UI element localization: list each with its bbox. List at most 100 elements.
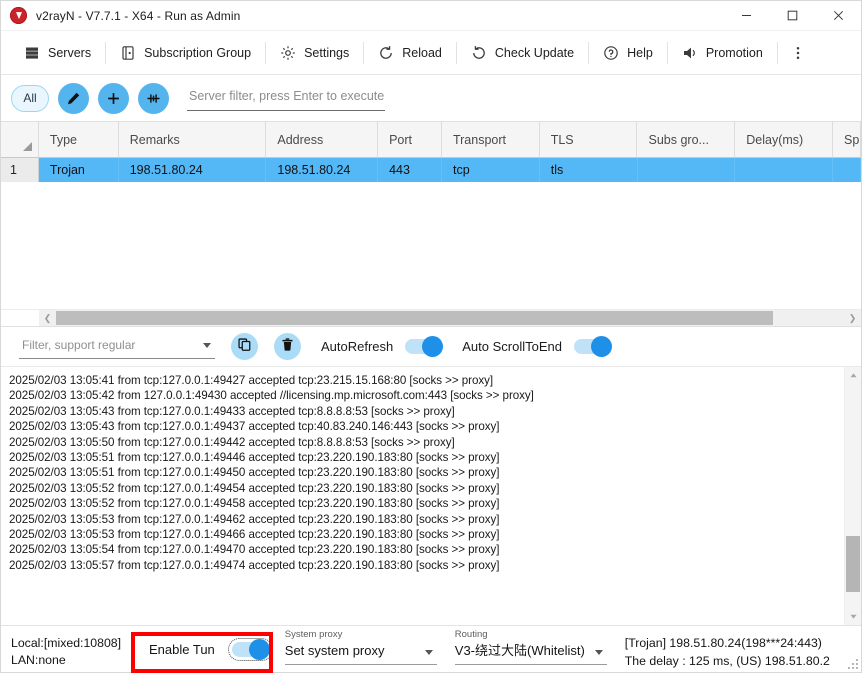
- cell-speed: [833, 158, 861, 182]
- scroll-left-arrow[interactable]: ❮: [39, 310, 56, 326]
- current-node-text: [Trojan] 198.51.80.24(198***24:443): [625, 634, 861, 652]
- clear-log-button[interactable]: [274, 333, 301, 360]
- table-row[interactable]: 1 Trojan 198.51.80.24 198.51.80.24 443 t…: [1, 158, 861, 182]
- column-header-transport[interactable]: Transport: [442, 122, 540, 158]
- column-header-port[interactable]: Port: [378, 122, 442, 158]
- promotion-icon: [682, 45, 698, 61]
- column-header-type[interactable]: Type: [39, 122, 119, 158]
- column-header-subs-group[interactable]: Subs gro...: [637, 122, 735, 158]
- servers-icon: [24, 45, 40, 61]
- log-line: 2025/02/03 13:05:42 from 127.0.0.1:49430…: [9, 388, 844, 403]
- log-filter-combobox[interactable]: [19, 334, 215, 360]
- menu-item-reload[interactable]: Reload: [365, 36, 455, 70]
- menu-item-promotion[interactable]: Promotion: [669, 36, 776, 70]
- close-button[interactable]: [815, 1, 861, 31]
- scroll-thumb[interactable]: [846, 536, 860, 592]
- log-line: 2025/02/03 13:05:50 from tcp:127.0.0.1:4…: [9, 435, 844, 450]
- column-header-tls[interactable]: TLS: [540, 122, 638, 158]
- menu-label-subscription-group: Subscription Group: [144, 46, 251, 60]
- scroll-up-arrow[interactable]: [849, 367, 858, 384]
- routing-label: Routing: [455, 629, 607, 641]
- enable-tun-group: Enable Tun: [131, 626, 275, 672]
- chevron-down-icon[interactable]: [203, 343, 211, 348]
- menu-divider: [777, 42, 778, 64]
- column-header-speed[interactable]: Sp: [833, 122, 861, 158]
- menu-item-subscription-group[interactable]: Subscription Group: [107, 36, 264, 70]
- toggle-knob: [591, 336, 612, 357]
- menu-item-check-update[interactable]: Check Update: [458, 36, 587, 70]
- cell-tls: tls: [540, 158, 638, 182]
- menu-item-servers[interactable]: Servers: [11, 36, 104, 70]
- scroll-track[interactable]: [845, 384, 861, 608]
- minimize-button[interactable]: [723, 1, 769, 31]
- menu-label-servers: Servers: [48, 46, 91, 60]
- menu-divider: [105, 42, 106, 64]
- enable-tun-toggle[interactable]: [232, 642, 269, 657]
- log-line: 2025/02/03 13:05:52 from tcp:127.0.0.1:4…: [9, 481, 844, 496]
- copy-icon: [237, 337, 252, 357]
- menu-item-help[interactable]: Help: [590, 36, 666, 70]
- cell-type: Trojan: [39, 158, 119, 182]
- menu-overflow-button[interactable]: [783, 37, 813, 69]
- column-header-address[interactable]: Address: [266, 122, 378, 158]
- menu-label-help: Help: [627, 46, 653, 60]
- autoscroll-toggle[interactable]: [574, 339, 611, 354]
- v2rayn-window: v2rayN - V7.7.1 - X64 - Run as Admin: [0, 0, 862, 673]
- speed-test-button[interactable]: [138, 83, 169, 114]
- log-line: 2025/02/03 13:05:51 from tcp:127.0.0.1:4…: [9, 465, 844, 480]
- menu-label-promotion: Promotion: [706, 46, 763, 60]
- column-header-remarks[interactable]: Remarks: [119, 122, 267, 158]
- group-chip-all[interactable]: All: [11, 85, 49, 112]
- cell-transport: tcp: [442, 158, 540, 182]
- log-vertical-scrollbar[interactable]: [844, 367, 861, 625]
- log-line: 2025/02/03 13:05:53 from tcp:127.0.0.1:4…: [9, 527, 844, 542]
- title-left: v2rayN - V7.7.1 - X64 - Run as Admin: [1, 7, 723, 24]
- window-title: v2rayN - V7.7.1 - X64 - Run as Admin: [36, 9, 240, 23]
- maximize-button[interactable]: [769, 1, 815, 31]
- column-header-delay[interactable]: Delay(ms): [735, 122, 833, 158]
- log-line: 2025/02/03 13:05:43 from tcp:127.0.0.1:4…: [9, 419, 844, 434]
- scroll-down-arrow[interactable]: [849, 608, 858, 625]
- table-horizontal-scrollbar[interactable]: ❮ ❯: [1, 309, 861, 326]
- gear-icon: [280, 45, 296, 61]
- resize-grip[interactable]: [846, 657, 859, 670]
- cell-port: 443: [378, 158, 442, 182]
- speed-test-icon: [146, 91, 161, 106]
- routing-select[interactable]: Routing V3-绕过大陆(Whitelist): [445, 626, 615, 672]
- toggle-knob: [249, 639, 270, 660]
- menu-divider: [456, 42, 457, 64]
- system-proxy-value: Set system proxy: [285, 641, 437, 665]
- chevron-down-icon[interactable]: [595, 650, 603, 655]
- menu-item-settings[interactable]: Settings: [267, 36, 362, 70]
- chevron-down-icon[interactable]: [425, 650, 433, 655]
- system-proxy-label: System proxy: [285, 629, 437, 641]
- server-filter-wrap: [187, 83, 385, 113]
- system-proxy-select[interactable]: System proxy Set system proxy: [275, 626, 445, 672]
- log-line: 2025/02/03 13:05:54 from tcp:127.0.0.1:4…: [9, 542, 844, 557]
- current-node-info: [Trojan] 198.51.80.24(198***24:443) The …: [615, 626, 861, 672]
- scroll-track[interactable]: [56, 310, 844, 326]
- log-output[interactable]: 2025/02/03 13:05:41 from tcp:127.0.0.1:4…: [1, 367, 844, 625]
- log-line: 2025/02/03 13:05:52 from tcp:127.0.0.1:4…: [9, 496, 844, 511]
- toggle-knob: [422, 336, 443, 357]
- menu-divider: [588, 42, 589, 64]
- help-icon: [603, 45, 619, 61]
- server-filter-input[interactable]: [187, 83, 385, 111]
- cell-remarks: 198.51.80.24: [119, 158, 267, 182]
- log-line: 2025/02/03 13:05:43 from tcp:127.0.0.1:4…: [9, 404, 844, 419]
- cell-address: 198.51.80.24: [266, 158, 378, 182]
- edit-server-button[interactable]: [58, 83, 89, 114]
- trash-icon: [280, 337, 295, 357]
- scroll-right-arrow[interactable]: ❯: [844, 310, 861, 326]
- add-server-button[interactable]: [98, 83, 129, 114]
- menu-label-settings: Settings: [304, 46, 349, 60]
- v2rayn-logo-icon: [10, 7, 27, 24]
- log-toolbar: AutoRefresh Auto ScrollToEnd: [1, 326, 861, 366]
- select-all-corner[interactable]: [1, 122, 39, 158]
- current-delay-text: The delay : 125 ms, (US) 198.51.80.2: [625, 652, 861, 670]
- copy-log-button[interactable]: [231, 333, 258, 360]
- log-panel: 2025/02/03 13:05:41 from tcp:127.0.0.1:4…: [1, 366, 861, 625]
- log-filter-input[interactable]: [19, 334, 215, 359]
- scroll-thumb[interactable]: [56, 311, 773, 325]
- autorefresh-toggle[interactable]: [405, 339, 442, 354]
